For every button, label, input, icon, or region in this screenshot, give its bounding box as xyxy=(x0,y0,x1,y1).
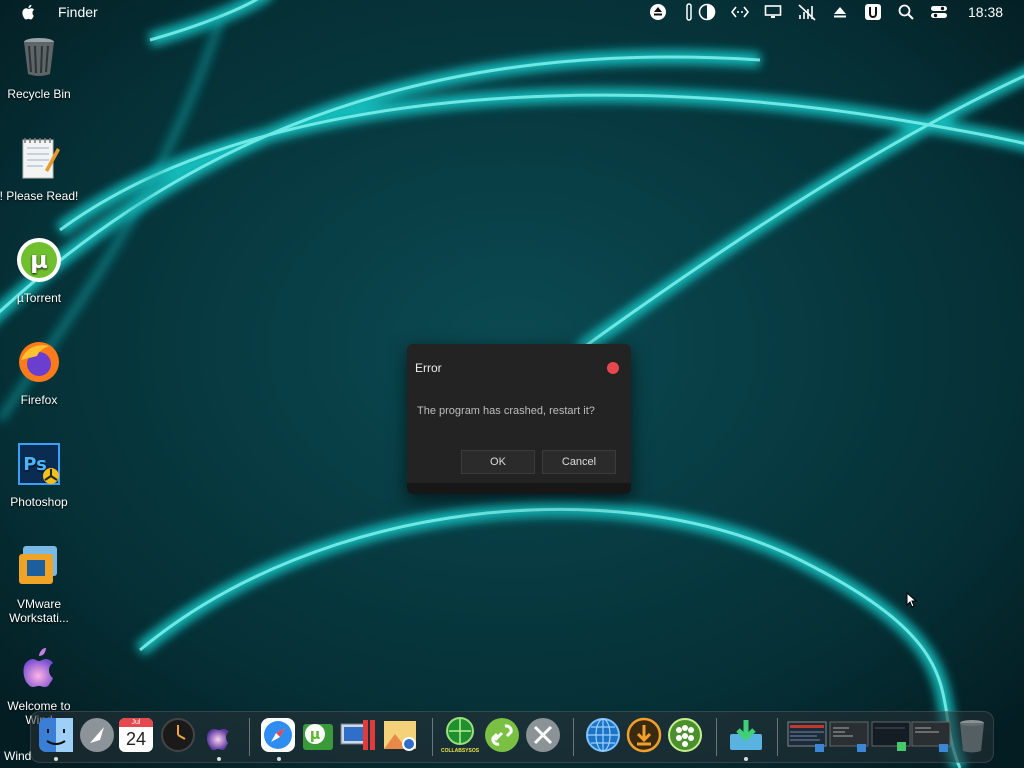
desktop-icon-label: Photoshop xyxy=(10,495,68,509)
finder-icon[interactable] xyxy=(37,716,75,754)
eject-icon[interactable] xyxy=(831,3,849,21)
dock: Jul 24 µ COLLABSYSOS xyxy=(30,711,994,763)
dialog-title: Error xyxy=(415,361,442,375)
recycle-bin-icon xyxy=(24,38,54,76)
running-indicator xyxy=(217,757,221,761)
mic-icon[interactable] xyxy=(680,3,698,21)
photos-icon[interactable] xyxy=(381,716,419,754)
window-thumb-icon[interactable] xyxy=(829,716,869,754)
dock-separator xyxy=(249,718,250,756)
dialog-message: The program has crashed, restart it? xyxy=(417,405,595,417)
control-center-icon[interactable] xyxy=(930,3,948,21)
link-icon[interactable] xyxy=(483,716,521,754)
download-icon[interactable] xyxy=(625,716,663,754)
error-dialog: Error The program has crashed, restart i… xyxy=(407,344,631,494)
notepad-icon xyxy=(22,138,60,179)
u-badge-icon[interactable] xyxy=(864,3,882,21)
active-app-name[interactable]: Finder xyxy=(58,4,98,20)
calendar-day: 24 xyxy=(125,729,147,749)
collabsysos-label: COLLABSYSOS xyxy=(441,748,480,754)
firefox-icon xyxy=(19,342,59,382)
drops-icon[interactable] xyxy=(666,716,704,754)
desktop-icon-label: ! Please Read! xyxy=(0,189,79,203)
desktop-icon-label: µTorrent xyxy=(16,291,62,305)
calendar-month: Jul xyxy=(119,718,153,727)
close-icon[interactable] xyxy=(607,362,619,374)
running-indicator xyxy=(277,757,281,761)
desktop-icon-label: Firefox xyxy=(20,393,58,407)
utorrent-icon: µ xyxy=(17,238,61,282)
photoshop-icon: Ps xyxy=(18,443,60,485)
trash-icon[interactable] xyxy=(953,716,991,754)
taskbar-label: Wind xyxy=(4,749,32,763)
dock-separator xyxy=(432,718,433,756)
running-indicator xyxy=(54,757,58,761)
dock-separator xyxy=(716,718,717,756)
search-icon[interactable] xyxy=(897,3,915,21)
calendar-icon[interactable]: Jul 24 xyxy=(119,718,153,752)
desktop-icon-photoshop[interactable]: Ps Photoshop xyxy=(0,440,79,509)
desktop-icon-please-read[interactable]: ! Please Read! xyxy=(0,134,79,203)
desktop-icon-vmware[interactable]: VMware Workstati... xyxy=(0,542,79,625)
collabsysos-icon[interactable]: COLLABSYSOS xyxy=(441,716,479,754)
window-thumb-icon[interactable] xyxy=(871,716,911,754)
wifi-off-icon[interactable] xyxy=(798,3,816,21)
vmware-icon xyxy=(19,546,57,584)
desktop-icon-firefox[interactable]: Firefox xyxy=(0,338,79,407)
launchpad-icon[interactable] xyxy=(78,716,116,754)
svg-text:Ps: Ps xyxy=(23,454,47,475)
svg-text:µ: µ xyxy=(310,727,320,743)
apple-logo-icon[interactable] xyxy=(20,3,38,21)
desktop-icon-recycle-bin[interactable]: Recycle Bin xyxy=(0,32,79,101)
tools-icon[interactable] xyxy=(524,716,562,754)
menu-bar: Finder 18:38 xyxy=(0,0,1024,24)
mouse-cursor-icon xyxy=(906,592,918,608)
apple-logo-icon xyxy=(23,648,53,687)
menubar-clock[interactable]: 18:38 xyxy=(968,4,1003,20)
parallels-icon[interactable] xyxy=(339,716,377,754)
desktop-icon-label: Recycle Bin xyxy=(7,87,71,101)
window-thumb-icon[interactable] xyxy=(787,716,827,754)
eject-icon[interactable] xyxy=(649,3,667,21)
desktop-icon-utorrent[interactable]: µ µTorrent xyxy=(0,236,79,305)
siri-icon[interactable] xyxy=(199,716,237,754)
desktop-icon-label: VMware Workstati... xyxy=(9,597,69,625)
code-icon[interactable] xyxy=(731,3,749,21)
half-moon-icon[interactable] xyxy=(698,3,716,21)
cancel-button[interactable]: Cancel xyxy=(542,450,616,474)
dock-separator xyxy=(777,718,778,756)
display-icon[interactable] xyxy=(764,3,782,21)
clock-icon[interactable] xyxy=(159,716,197,754)
svg-text:µ: µ xyxy=(30,246,48,274)
dialog-footer xyxy=(407,483,631,494)
dock-separator xyxy=(573,718,574,756)
collabsysos-globe-icon xyxy=(446,717,474,745)
ok-button[interactable]: OK xyxy=(461,450,535,474)
downloads-folder-icon[interactable] xyxy=(727,716,765,754)
window-thumb-icon[interactable] xyxy=(911,716,951,754)
running-indicator xyxy=(744,757,748,761)
utorrent-icon[interactable]: µ xyxy=(299,716,337,754)
safari-icon[interactable] xyxy=(259,716,297,754)
globe-icon[interactable] xyxy=(584,716,622,754)
